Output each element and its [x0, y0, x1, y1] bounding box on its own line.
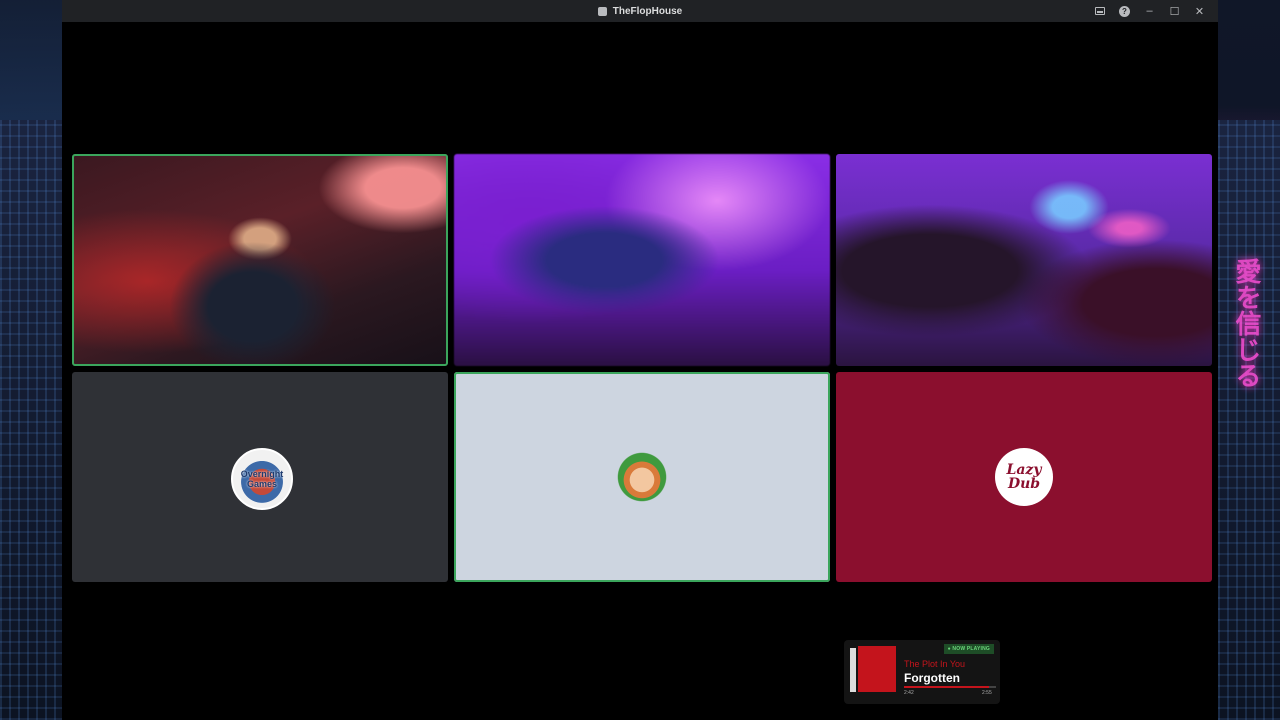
close-button[interactable]: ✕ — [1187, 0, 1212, 22]
window-title: TheFlopHouse — [62, 0, 1218, 22]
minimize-icon: – — [1146, 5, 1153, 17]
participant-avatar-tile-dragon-fox[interactable] — [454, 372, 830, 582]
avatar-logo-text: Overnight Games — [240, 469, 284, 489]
window-controls: ? – ☐ ✕ — [1087, 0, 1212, 22]
participant-avatar — [613, 448, 671, 506]
maximize-icon: ☐ — [1169, 5, 1180, 18]
participant-video-tile-3[interactable] — [836, 154, 1212, 366]
help-button[interactable]: ? — [1112, 0, 1137, 22]
participant-avatar-tile-overnight-games[interactable]: Overnight Games — [72, 372, 448, 582]
participant-avatar: Overnight Games — [231, 448, 293, 510]
minimize-button[interactable]: – — [1137, 0, 1162, 22]
now-playing-edge — [850, 648, 856, 692]
maximize-button[interactable]: ☐ — [1162, 0, 1187, 22]
participant-video-tile-1[interactable] — [72, 154, 448, 366]
track-title: Forgotten — [904, 671, 960, 685]
track-progress-bar — [904, 686, 996, 688]
help-icon: ? — [1119, 5, 1130, 17]
avatar-logo-text: Lazy Dub — [1006, 462, 1042, 492]
now-playing-widget: ● NOW PLAYING The Plot In You Forgotten … — [844, 640, 1000, 704]
participant-video-tile-2[interactable] — [454, 154, 830, 366]
track-progress-fill — [904, 686, 989, 688]
track-elapsed-time: 2:42 — [904, 690, 914, 696]
title-bar[interactable]: TheFlopHouse ? – ☐ ✕ — [62, 0, 1218, 22]
now-playing-badge: ● NOW PLAYING — [943, 644, 994, 654]
app-window: TheFlopHouse ? – ☐ ✕ Overnight Games Laz… — [62, 0, 1218, 720]
neon-sign-text: 愛を信じる — [1232, 258, 1262, 388]
inbox-icon — [1094, 7, 1105, 15]
close-icon: ✕ — [1194, 5, 1205, 18]
city-buildings-left — [0, 120, 62, 720]
inbox-button[interactable] — [1087, 0, 1112, 22]
participant-avatar: Lazy Dub — [995, 448, 1053, 506]
track-artist: The Plot In You — [904, 659, 966, 669]
album-art — [858, 646, 896, 692]
track-total-time: 2:55 — [982, 690, 992, 696]
app-icon — [597, 6, 607, 16]
participant-avatar-tile-lazy-dub[interactable]: Lazy Dub — [836, 372, 1212, 582]
window-title-text: TheFlopHouse — [612, 5, 683, 17]
